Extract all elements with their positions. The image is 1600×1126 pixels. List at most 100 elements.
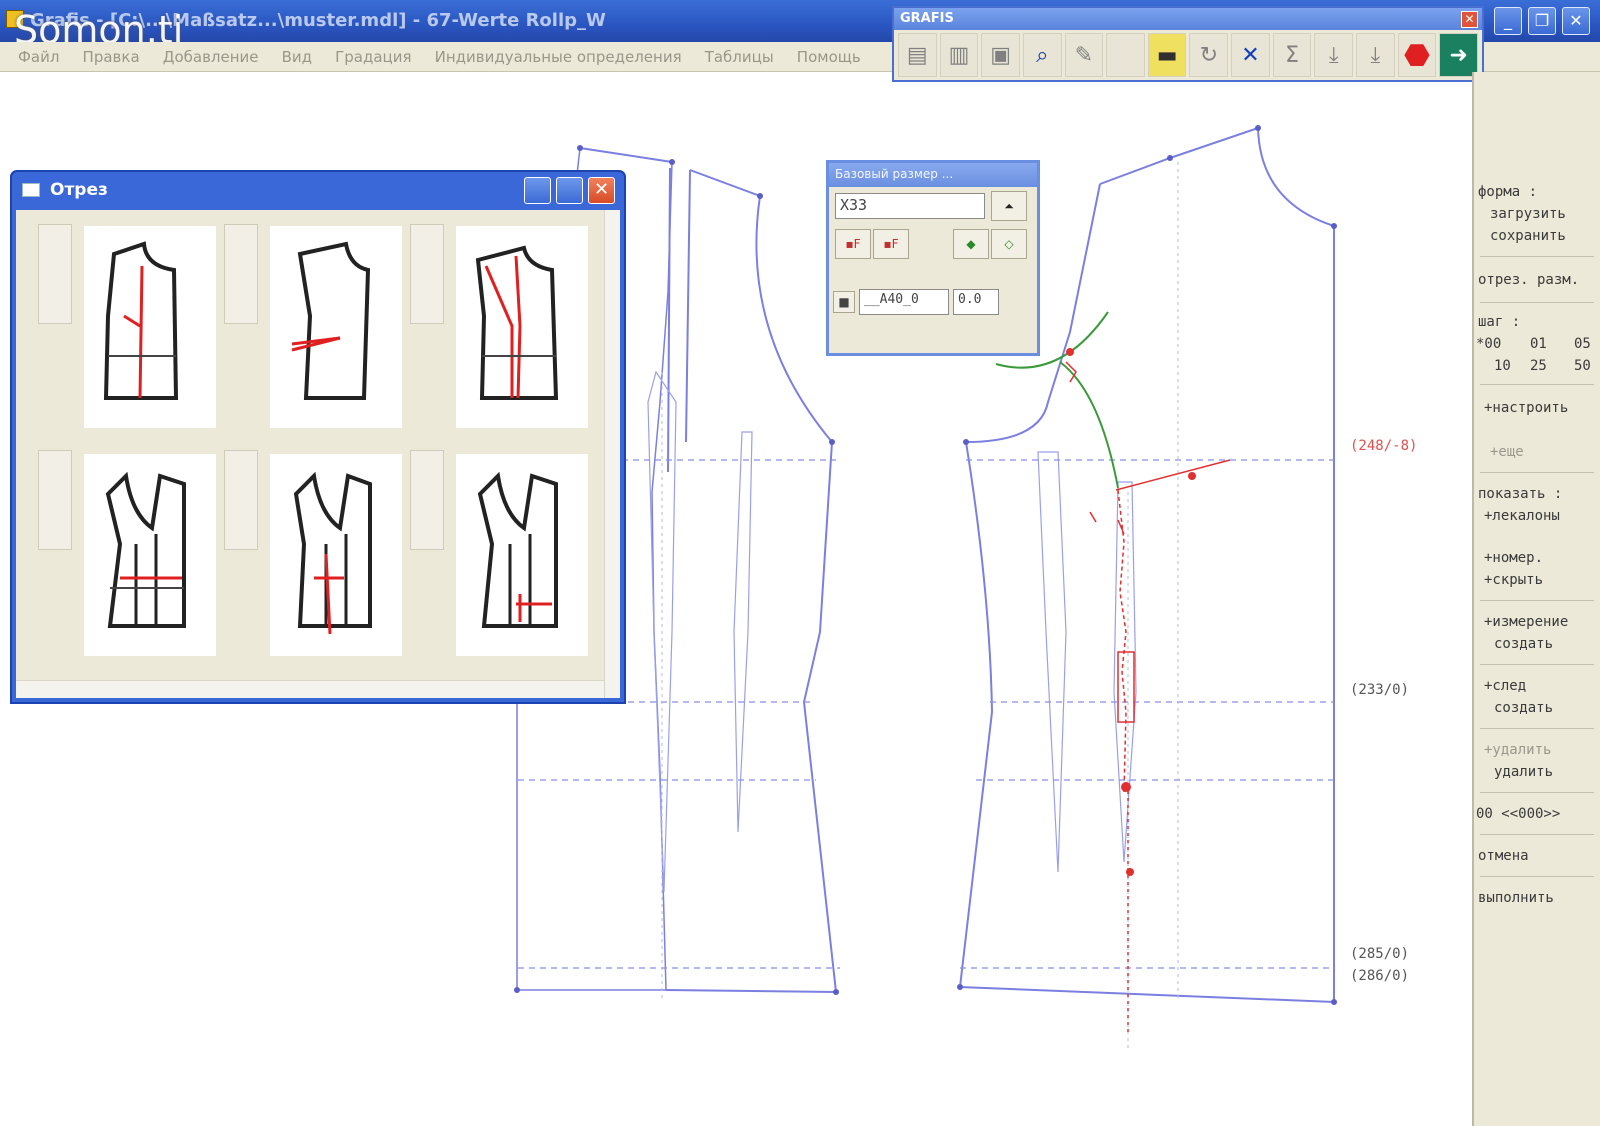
- delete-x-icon[interactable]: ✕: [1231, 33, 1270, 77]
- otdrez-window-title-bar: Отрез ✕: [12, 172, 624, 208]
- base-size-dialog: Базовый размер ... X33 ⏶ ▪F ▪F ◆ ◇ ■ __A…: [826, 160, 1040, 356]
- step-option[interactable]: 10: [1494, 358, 1511, 374]
- thumbnail-handle[interactable]: [224, 224, 258, 324]
- load-button[interactable]: загрузить: [1490, 206, 1566, 222]
- more-button[interactable]: +еще: [1490, 444, 1524, 460]
- thumbnail-cut-2[interactable]: [270, 454, 402, 656]
- toolbar-close-button[interactable]: ✕: [1461, 11, 1478, 28]
- thumbnail-dart-1[interactable]: [84, 226, 216, 428]
- thumbnail-princess[interactable]: [456, 226, 588, 428]
- measure-toggle[interactable]: +измерение: [1484, 614, 1568, 630]
- maximize-button[interactable]: ❐: [1528, 7, 1556, 35]
- otdrez-window: Отрез ✕: [10, 170, 626, 704]
- step-option[interactable]: 01: [1530, 336, 1547, 352]
- thumbnail-cut-3[interactable]: [456, 454, 588, 656]
- create-measure-button[interactable]: создать: [1494, 636, 1553, 652]
- grade-down-icon[interactable]: ◇: [991, 229, 1027, 259]
- increase-size-button[interactable]: ▪F: [873, 229, 909, 259]
- thumbnail-dart-2[interactable]: [270, 226, 402, 428]
- otdrez-minimize-button[interactable]: [524, 177, 551, 204]
- otdrez-window-title: Отрез: [50, 180, 108, 200]
- step-option[interactable]: 50: [1574, 358, 1591, 374]
- save-icon[interactable]: ▣: [981, 33, 1020, 77]
- param-name-field[interactable]: __A40_0: [859, 289, 949, 315]
- red-marker: [1066, 348, 1074, 356]
- param-checkbox[interactable]: ■: [833, 291, 855, 313]
- thumbnail-handle[interactable]: [410, 224, 444, 324]
- down-arrow-icon[interactable]: ⤓: [1314, 33, 1354, 77]
- menu-file[interactable]: Файл: [18, 48, 59, 66]
- export-icon[interactable]: ➜: [1439, 33, 1478, 77]
- pen-icon[interactable]: ✎: [1064, 33, 1104, 77]
- vertical-scrollbar[interactable]: [604, 210, 620, 698]
- adjust-button[interactable]: +настроить: [1484, 400, 1568, 416]
- dart-2-pattern-icon: [291, 241, 371, 400]
- grafis-toolbar: GRAFIS ✕ ▤ ▥ ▣ ⌕ ✎ ▬ ↻ ✕ Σ ⤓ ⤓ ⬣ ➜: [892, 6, 1484, 82]
- down-arrow-icon[interactable]: ⤓: [1356, 33, 1395, 77]
- stop-icon[interactable]: ⬣: [1397, 33, 1437, 77]
- minimize-button[interactable]: _: [1494, 7, 1522, 35]
- red-marker: [1188, 472, 1196, 480]
- cut-2-pattern-icon: [293, 471, 372, 635]
- step-option[interactable]: 25: [1530, 358, 1547, 374]
- save-form-button[interactable]: сохранить: [1490, 228, 1566, 244]
- open-icon[interactable]: ▤: [898, 33, 937, 77]
- cut-3-pattern-icon: [477, 471, 558, 628]
- base-size-dialog-title: Базовый размер ...: [829, 163, 1037, 187]
- thumbnail-handle[interactable]: [38, 224, 72, 324]
- sigma-icon[interactable]: Σ: [1272, 33, 1312, 77]
- param-value-field[interactable]: 0.0: [953, 289, 999, 315]
- blank-icon[interactable]: [1106, 33, 1145, 77]
- princess-pattern-icon: [475, 245, 559, 400]
- coord-label-hip: (233/0): [1350, 682, 1409, 698]
- cad-app-window: Grafis - [C:\...\Maßsatz...\muster.mdl] …: [0, 0, 1600, 1126]
- menu-help[interactable]: Помощь: [797, 48, 861, 66]
- otdrez-close-button[interactable]: ✕: [588, 177, 615, 204]
- command-panel: форма : загрузить сохранить отрез. разм.…: [1472, 72, 1600, 1126]
- horizontal-scrollbar[interactable]: [16, 680, 604, 698]
- red-marker: [1121, 782, 1131, 792]
- close-button[interactable]: ✕: [1562, 7, 1590, 35]
- open-folder-icon[interactable]: ▥: [939, 33, 979, 77]
- base-size-input[interactable]: X33: [835, 193, 985, 219]
- zoom-icon[interactable]: ⌕: [1022, 33, 1062, 77]
- delete-toggle[interactable]: +удалить: [1484, 742, 1551, 758]
- thumbnail-cut-1[interactable]: [84, 454, 216, 656]
- cut-1-pattern-icon: [105, 471, 186, 628]
- delete-button[interactable]: удалить: [1494, 764, 1553, 780]
- templates-toggle[interactable]: +лекалоны: [1484, 508, 1560, 524]
- navigation-control[interactable]: 00 <<000>>: [1476, 806, 1560, 822]
- coord-label-waist: (248/-8): [1350, 438, 1417, 454]
- step-option[interactable]: *00: [1476, 336, 1501, 352]
- red-marker: [1126, 868, 1134, 876]
- number-toggle[interactable]: +номер.: [1484, 550, 1543, 566]
- tape-icon[interactable]: ▬: [1147, 33, 1187, 77]
- collapse-icon[interactable]: ⏶: [991, 191, 1027, 221]
- menu-tables[interactable]: Таблицы: [705, 48, 774, 66]
- section-dim-button[interactable]: отрез. разм.: [1478, 272, 1579, 288]
- trace-toggle[interactable]: +след: [1484, 678, 1526, 694]
- thumbnail-handle[interactable]: [38, 450, 72, 550]
- redo-icon[interactable]: ↻: [1189, 33, 1229, 77]
- menu-add[interactable]: Добавление: [163, 48, 259, 66]
- create-trace-button[interactable]: создать: [1494, 700, 1553, 716]
- thumbnail-handle[interactable]: [410, 450, 444, 550]
- coord-label-hem-1: (285/0): [1350, 946, 1409, 962]
- menu-individual[interactable]: Индивидуальные определения: [435, 48, 682, 66]
- execute-button[interactable]: выполнить: [1478, 890, 1554, 906]
- thumbnail-handle[interactable]: [224, 450, 258, 550]
- dart-1-pattern-icon: [103, 241, 179, 400]
- decrease-size-button[interactable]: ▪F: [835, 229, 871, 259]
- otdrez-maximize-button[interactable]: [556, 177, 583, 204]
- coord-label-hem-2: (286/0): [1350, 968, 1409, 984]
- window-icon: [22, 183, 40, 197]
- grade-up-icon[interactable]: ◆: [953, 229, 989, 259]
- menu-grading[interactable]: Градация: [335, 48, 411, 66]
- step-label: шаг :: [1478, 314, 1521, 330]
- show-label: показать :: [1478, 486, 1563, 502]
- cancel-button[interactable]: отмена: [1478, 848, 1529, 864]
- step-option[interactable]: 05: [1574, 336, 1591, 352]
- menu-view[interactable]: Вид: [282, 48, 312, 66]
- menu-edit[interactable]: Правка: [83, 48, 140, 66]
- hide-toggle[interactable]: +скрыть: [1484, 572, 1543, 588]
